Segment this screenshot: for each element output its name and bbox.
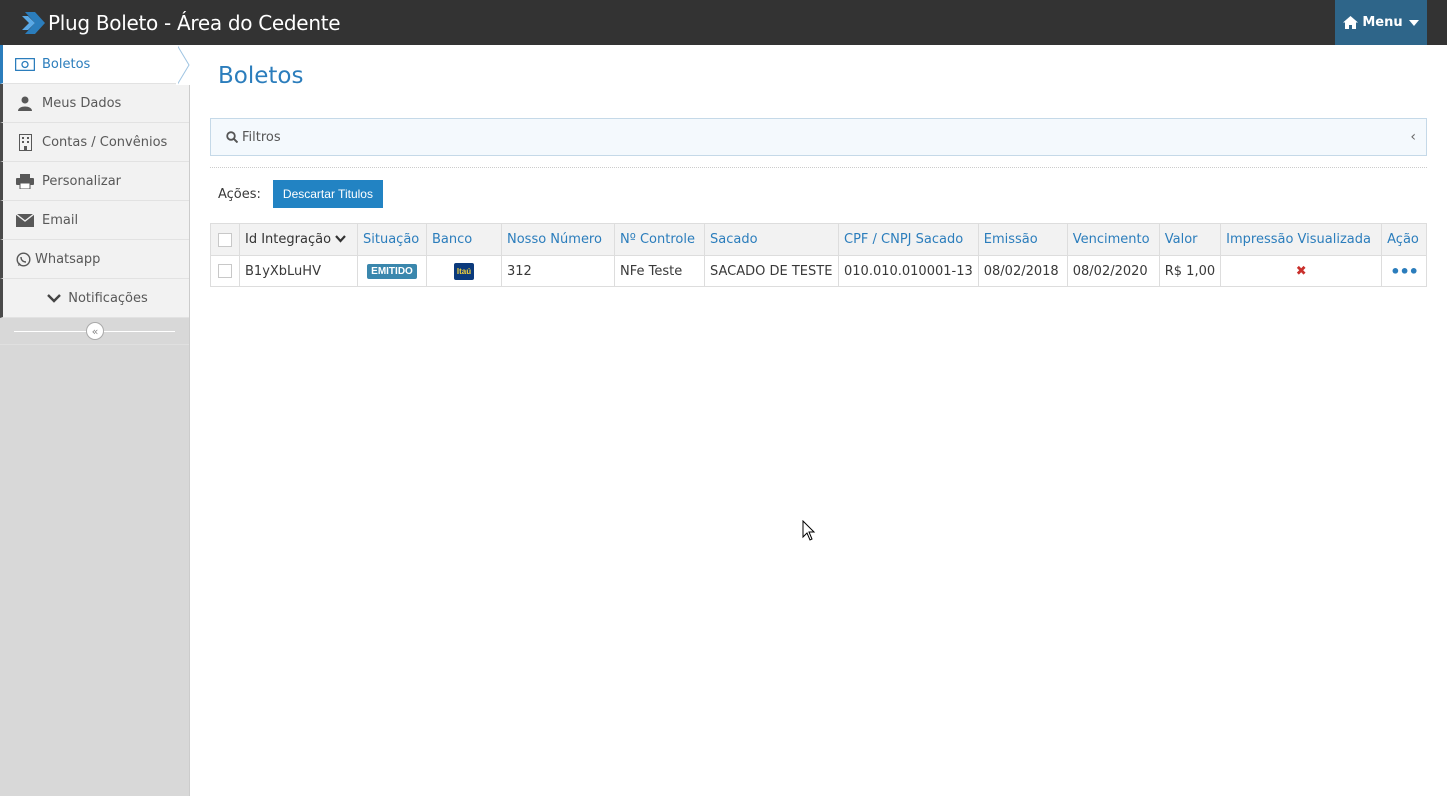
sidebar-item-notificacoes[interactable]: Notificações (0, 279, 189, 318)
menu-label: Menu (1362, 15, 1403, 30)
double-chevron-left-icon: « (91, 324, 99, 338)
print-icon (15, 173, 35, 189)
sidebar-item-whatsapp[interactable]: Whatsapp (0, 240, 189, 279)
column-header-sacado[interactable]: Sacado (704, 223, 839, 256)
cell-cpf-cnpj: 010.010.010001-13 (838, 255, 979, 287)
whatsapp-icon (15, 251, 31, 267)
cell-valor: R$ 1,00 (1158, 255, 1222, 287)
sidebar-item-label: Email (42, 212, 79, 228)
sidebar-item-label: Contas / Convênios (42, 134, 168, 150)
caret-down-icon (1408, 19, 1419, 26)
building-icon (15, 133, 35, 151)
column-header-n-controle[interactable]: Nº Controle (614, 223, 705, 256)
column-header-banco[interactable]: Banco (426, 223, 502, 256)
actions-bar: Ações: Descartar Titulos (218, 180, 383, 208)
column-header-situacao[interactable]: Situação (357, 223, 427, 256)
sort-down-icon (335, 235, 346, 243)
divider (210, 167, 1427, 168)
cell-nosso-numero: 312 (501, 255, 615, 287)
sidebar-item-personalizar[interactable]: Personalizar (0, 162, 189, 201)
cell-impressao-visualizada: ✖ (1220, 255, 1383, 287)
money-icon (15, 56, 35, 72)
cell-sacado: SACADO DE TESTE (704, 255, 839, 287)
envelope-icon (15, 212, 35, 228)
discard-titles-button[interactable]: Descartar Titulos (272, 180, 383, 208)
boletos-table: Id Integração Situação Banco Nosso Númer… (210, 223, 1427, 287)
filters-label: Filtros (242, 129, 281, 145)
sidebar: Boletos Meus Dados Contas / Convênios Pe… (0, 45, 190, 796)
cell-acao: ••• (1381, 255, 1427, 287)
top-navbar: Plug Boleto - Área do Cedente Menu (0, 0, 1447, 45)
column-header-vencimento[interactable]: Vencimento (1066, 223, 1160, 256)
cell-vencimento: 08/02/2020 (1066, 255, 1160, 287)
itau-bank-icon: Itaú (454, 262, 474, 280)
column-header-id-integracao[interactable]: Id Integração (239, 223, 358, 256)
column-header-acao: Ação (1381, 223, 1427, 256)
menu-button[interactable]: Menu (1335, 0, 1427, 45)
column-header-emissao[interactable]: Emissão (977, 223, 1068, 256)
logo-icon (22, 11, 45, 34)
search-icon (226, 131, 238, 143)
sidebar-item-label: Whatsapp (35, 251, 101, 267)
user-icon (15, 95, 35, 111)
filters-panel[interactable]: Filtros ‹ (210, 118, 1427, 156)
sidebar-item-email[interactable]: Email (0, 201, 189, 240)
sidebar-item-meus-dados[interactable]: Meus Dados (0, 84, 189, 123)
sidebar-item-contas-convenios[interactable]: Contas / Convênios (0, 123, 189, 162)
column-header-impressao-visualizada[interactable]: Impressão Visualizada (1220, 223, 1383, 256)
table-row[interactable]: B1yXbLuHV EMITIDO Itaú 312 NFe Teste SAC… (210, 255, 1427, 287)
page-title: Boletos (218, 63, 304, 89)
sidebar-item-boletos[interactable]: Boletos (0, 45, 189, 84)
collapse-sidebar-button[interactable]: « (86, 322, 104, 340)
table-header-row: Id Integração Situação Banco Nosso Númer… (210, 223, 1427, 256)
status-badge: EMITIDO (367, 264, 417, 279)
brand[interactable]: Plug Boleto - Área do Cedente (22, 0, 341, 45)
app-title: Plug Boleto - Área do Cedente (48, 10, 341, 35)
row-select-cell (210, 255, 240, 287)
row-checkbox[interactable] (218, 264, 232, 278)
cell-banco: Itaú (426, 255, 502, 287)
sidebar-item-label: Notificações (68, 290, 148, 306)
select-all-checkbox[interactable] (218, 232, 232, 247)
sidebar-collapse-bar: « (0, 318, 189, 345)
chevron-left-icon[interactable]: ‹ (1410, 129, 1416, 145)
column-header-valor[interactable]: Valor (1158, 223, 1222, 256)
cell-situacao: EMITIDO (357, 255, 427, 287)
chevron-down-icon (44, 290, 64, 306)
mouse-cursor-icon (802, 520, 816, 541)
cell-id-integracao: B1yXbLuHV (239, 255, 358, 287)
sidebar-item-label: Boletos (42, 56, 91, 72)
home-icon (1343, 16, 1359, 29)
actions-label: Ações: (218, 186, 261, 202)
active-indicator (176, 45, 190, 85)
sidebar-item-label: Personalizar (42, 173, 122, 189)
times-icon: ✖ (1295, 263, 1307, 279)
sidebar-item-label: Meus Dados (42, 95, 122, 111)
cell-emissao: 08/02/2018 (977, 255, 1068, 287)
column-header-nosso-numero[interactable]: Nosso Número (501, 223, 615, 256)
ellipsis-icon[interactable]: ••• (1390, 262, 1419, 281)
column-header-cpf-cnpj[interactable]: CPF / CNPJ Sacado (838, 223, 979, 256)
cell-n-controle: NFe Teste (614, 255, 705, 287)
select-all-header (210, 223, 240, 256)
